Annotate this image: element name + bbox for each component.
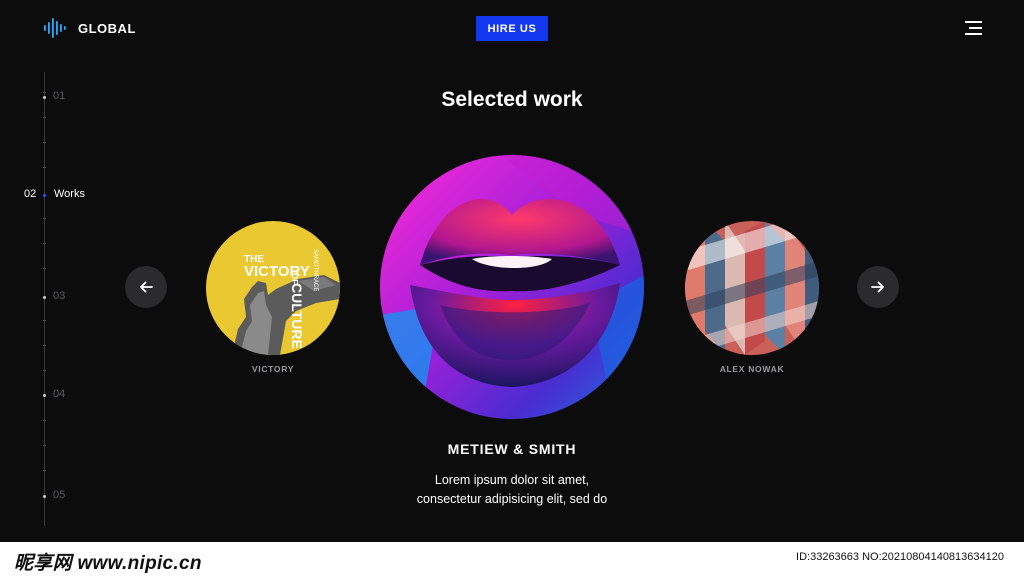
nav-tick: [43, 345, 46, 346]
nav-item-02[interactable]: 02 Works: [0, 188, 120, 204]
next-button[interactable]: [857, 266, 899, 308]
work-card-victory[interactable]: THE VICTORY OF CULTURE SAMOTHRACE VICTOR…: [206, 221, 340, 374]
nav-tick: [43, 370, 46, 371]
header: GLOBAL HIRE US: [0, 0, 1024, 60]
work-caption: ALEX NOWAK: [719, 364, 785, 374]
nav-dot-active: [43, 194, 46, 197]
nav-tick: [43, 470, 46, 471]
arrow-left-icon: [140, 281, 153, 293]
nav-number: 02: [24, 188, 37, 200]
nav-tick: [43, 320, 46, 321]
nav-tick: [43, 117, 46, 118]
nav-number: 05: [53, 489, 66, 501]
watermark-text: 昵享网 www.nipic.cn: [14, 553, 202, 574]
nav-tick: [43, 218, 46, 219]
hire-us-button[interactable]: HIRE US: [476, 16, 548, 41]
nav-tick: [43, 243, 46, 244]
side-nav: 01 02 Works 03 04 05: [0, 70, 120, 530]
work-card-alex-nowak[interactable]: ALEX NOWAK: [685, 221, 819, 374]
art-text-samothrace: SAMOTHRACE: [312, 249, 318, 291]
nav-number: 04: [53, 388, 66, 400]
nav-number: 03: [53, 290, 66, 302]
nav-dot: [43, 296, 46, 299]
arrow-right-icon: [871, 281, 884, 293]
description-line: consectetur adipisicing elit, sed do: [416, 492, 608, 506]
description-line: Lorem ipsum dolor sit amet,: [434, 473, 590, 487]
image-id-text: ID:33263663 NO:20210804140813634120: [796, 551, 1004, 563]
nav-tick: [43, 420, 46, 421]
nav-item-03[interactable]: 03: [0, 290, 120, 306]
featured-work-artwork[interactable]: [380, 155, 644, 419]
work-caption: VICTORY: [251, 364, 295, 374]
watermark-bar: 昵享网 www.nipic.cn ID:33263663 NO:20210804…: [0, 542, 1024, 576]
victory-artwork: THE VICTORY OF CULTURE SAMOTHRACE: [206, 221, 340, 355]
alex-nowak-artwork: [685, 221, 819, 355]
soundwave-logo-icon: [44, 18, 66, 38]
nav-label: Works: [54, 188, 85, 200]
nav-tick: [43, 167, 46, 168]
featured-work-description: Lorem ipsum dolor sit amet, consectetur …: [362, 471, 662, 509]
featured-work-title: METIEW & SMITH: [447, 441, 577, 457]
hamburger-menu-icon[interactable]: [962, 21, 982, 37]
nav-item-05[interactable]: 05: [0, 489, 120, 505]
prev-button[interactable]: [125, 266, 167, 308]
nav-dot: [43, 495, 46, 498]
logo-text: GLOBAL: [78, 20, 136, 36]
nav-tick: [43, 268, 46, 269]
nav-item-04[interactable]: 04: [0, 388, 120, 404]
logo[interactable]: GLOBAL: [44, 17, 136, 39]
art-text-culture: CULTURE: [289, 283, 305, 349]
nav-dot: [43, 394, 46, 397]
section-title: Selected work: [441, 88, 583, 111]
nav-tick: [43, 142, 46, 143]
